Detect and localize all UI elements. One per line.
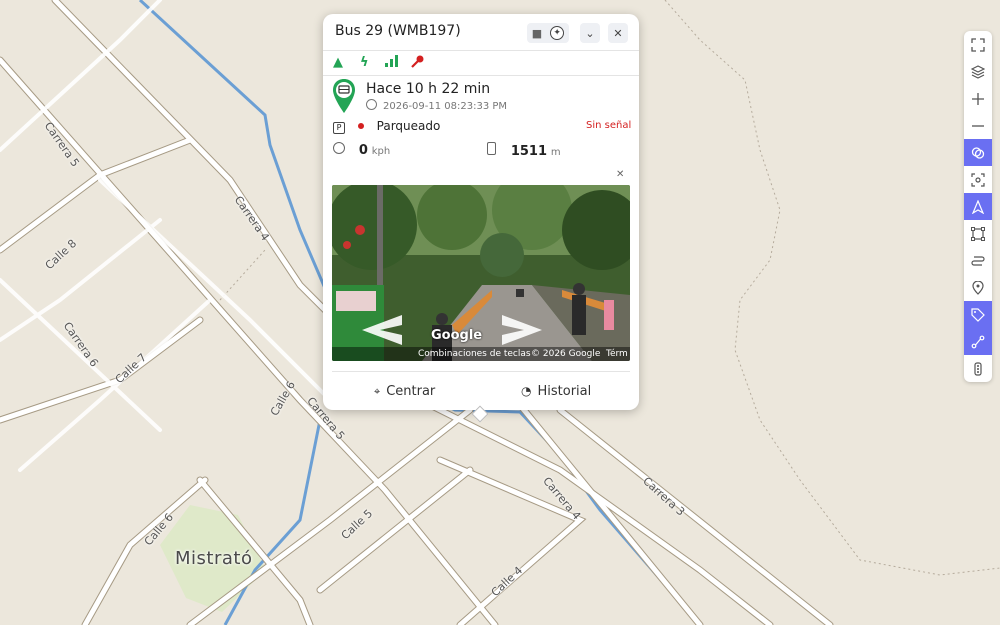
- power-bolt-icon: ϟ: [360, 55, 369, 70]
- parking-icon: P: [333, 122, 345, 134]
- polygon-button[interactable]: [964, 220, 992, 247]
- speedometer-icon: [333, 142, 345, 154]
- ignition-key-icon: [411, 55, 424, 72]
- share-route-icon: [971, 335, 985, 348]
- location-pin-button[interactable]: [964, 274, 992, 301]
- footer-divider: [332, 371, 630, 372]
- speed-unit: kph: [371, 146, 391, 157]
- popup-header: Bus 29 (WMB197) ■ ✦ ⌄ ✕: [323, 14, 639, 51]
- polygon-icon: [971, 226, 985, 241]
- speed-value: 0: [358, 143, 368, 158]
- keyboard-shortcuts-link[interactable]: Combinaciones de teclas: [418, 349, 531, 359]
- center-label: Centrar: [386, 384, 436, 399]
- terms-link[interactable]: Térm: [606, 349, 628, 359]
- vehicle-title: Bus 29 (WMB197): [335, 23, 461, 39]
- odometer-icon: [487, 142, 496, 155]
- zoom-out-button[interactable]: [964, 112, 992, 139]
- chevron-down-icon: ⌄: [585, 26, 595, 40]
- video-camera-icon: ■: [531, 26, 543, 40]
- close-icon: ✕: [616, 169, 625, 180]
- layers-button[interactable]: [964, 58, 992, 85]
- traffic-icon: [974, 361, 982, 376]
- focus-icon: [971, 172, 985, 187]
- streetview-panorama[interactable]: Google Combinaciones de teclas © 2026 Go…: [332, 185, 630, 361]
- status-icons: ▲ ϟ: [323, 51, 639, 76]
- map-toolbar: [964, 31, 992, 382]
- route-icon: [971, 255, 985, 266]
- parking-status: Parqueado: [376, 119, 441, 133]
- last-update-ago: Hace 10 h 22 min: [366, 81, 491, 97]
- zoom-in-button[interactable]: [964, 85, 992, 112]
- bus-marker-icon: [333, 79, 355, 113]
- clock-icon: [366, 99, 377, 110]
- geofence-icon: [971, 146, 985, 159]
- status-dot: [357, 123, 364, 129]
- signal-strength-icon: [385, 55, 398, 71]
- navigation-button[interactable]: [964, 193, 992, 220]
- tag-icon: [971, 307, 985, 322]
- speed-row: 0 kph: [333, 142, 390, 158]
- layers-icon: [971, 64, 985, 79]
- crosshair-icon: ⌖: [374, 385, 381, 398]
- fullscreen-button[interactable]: [964, 31, 992, 58]
- timestamp-text: 2026-09-11 08:23:33 PM: [383, 101, 508, 112]
- copyright: © 2026 Google: [531, 349, 601, 359]
- camera-toggle[interactable]: ■ ✦: [527, 23, 569, 43]
- close-button[interactable]: ✕: [608, 23, 628, 43]
- history-icon: ◔: [521, 384, 532, 398]
- zoom-in-icon: [972, 92, 984, 105]
- history-label: Historial: [537, 384, 592, 399]
- center-button[interactable]: ⌖ Centrar: [374, 384, 435, 399]
- parking-row: P Parqueado: [333, 119, 440, 134]
- close-icon: ✕: [613, 26, 623, 40]
- history-button[interactable]: ◔ Historial: [521, 384, 591, 399]
- traffic-button[interactable]: [964, 355, 992, 382]
- town-label: Mistrató: [175, 548, 253, 569]
- fullscreen-icon: [971, 37, 985, 52]
- vehicle-popup: Bus 29 (WMB197) ■ ✦ ⌄ ✕ ▲ ϟ Hace 10 h 22…: [323, 14, 639, 410]
- navigation-icon: [971, 199, 985, 214]
- streetview-wheel-icon: ✦: [550, 26, 565, 40]
- signal-status: Sin señal: [586, 120, 632, 131]
- location-pin-icon: [972, 280, 984, 295]
- share-route-button[interactable]: [964, 328, 992, 355]
- streetview-close-button[interactable]: ✕: [616, 169, 624, 180]
- odometer-unit: m: [550, 147, 561, 158]
- zoom-out-icon: [972, 124, 984, 127]
- geofence-button[interactable]: [964, 139, 992, 166]
- road-icon: ▲: [333, 55, 343, 70]
- collapse-button[interactable]: ⌄: [580, 23, 600, 43]
- tag-button[interactable]: [964, 301, 992, 328]
- focus-button[interactable]: [964, 166, 992, 193]
- route-button[interactable]: [964, 247, 992, 274]
- odometer-row: 1511 m: [487, 142, 561, 159]
- timestamp: 2026-09-11 08:23:33 PM: [366, 99, 507, 112]
- odometer-value: 1511: [510, 144, 548, 159]
- google-logo: Google: [431, 328, 483, 343]
